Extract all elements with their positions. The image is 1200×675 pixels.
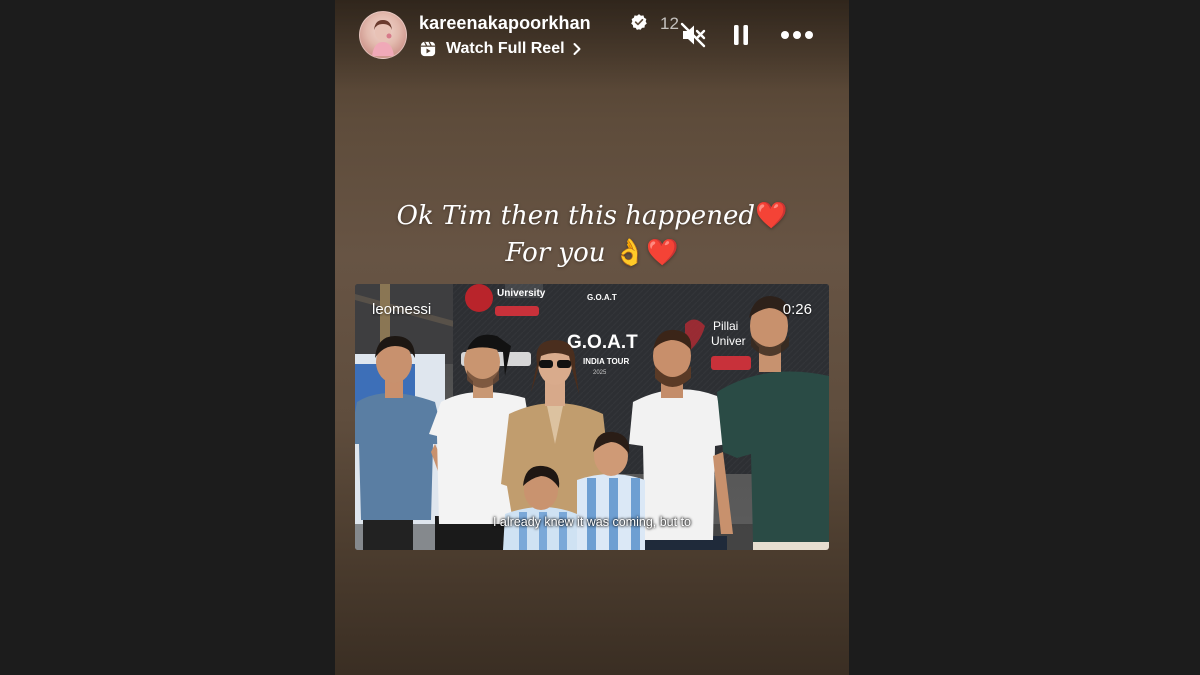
more-options-button[interactable] (778, 20, 816, 50)
username[interactable]: kareenakapoorkhan (419, 13, 591, 34)
reels-icon (420, 41, 436, 57)
banner-tour-text: INDIA TOUR (583, 357, 629, 366)
reel-thumbnail: University G.O.A.T INDIA TOUR 2025 G.O.A… (355, 284, 829, 550)
banner-univer-text: Univer (711, 334, 746, 348)
profile-avatar[interactable] (359, 11, 407, 59)
heart-emoji: ❤️ (754, 201, 788, 231)
pause-icon (734, 25, 748, 45)
caption-line-2-text: For you (505, 238, 606, 268)
watch-full-reel-link[interactable]: Watch Full Reel (419, 38, 583, 60)
banner-goat-text: G.O.A.T (567, 332, 638, 353)
story-caption: Ok Tim then this happened❤️ For you 👌❤️ (335, 198, 849, 272)
reel-subtitle: I already knew it was coming, but to (492, 515, 691, 529)
more-options-icon (781, 31, 813, 39)
heart-emoji-2: ❤️ (646, 238, 679, 268)
banner-pillai-text: Pillai (713, 319, 738, 333)
caption-line-1: Ok Tim then this happened❤️ (335, 198, 849, 235)
banner-year-text: 2025 (593, 370, 607, 376)
ok-hand-emoji: 👌 (613, 238, 647, 268)
shared-reel-preview[interactable]: University G.O.A.T INDIA TOUR 2025 G.O.A… (355, 284, 829, 550)
mute-icon (680, 22, 706, 48)
watch-full-reel-label: Watch Full Reel (446, 40, 565, 57)
story-viewer[interactable]: kareenakapoorkhan 12 Watch Full Reel Ok … (335, 0, 849, 675)
verified-badge-icon (631, 14, 647, 30)
reel-duration: 0:26 (782, 301, 812, 318)
banner-university-text: University (497, 288, 546, 299)
story-header: kareenakapoorkhan 12 Watch Full Reel (357, 10, 831, 62)
mute-button[interactable] (677, 20, 709, 50)
pause-button[interactable] (725, 20, 757, 50)
caption-line-1-text: Ok Tim then this happened (396, 201, 755, 231)
chevron-right-icon (573, 43, 581, 55)
svg-text:G.O.A.T: G.O.A.T (587, 293, 617, 302)
caption-line-2: For you 👌❤️ (335, 235, 849, 272)
reel-username[interactable]: leomessi (372, 301, 431, 318)
page: kareenakapoorkhan 12 Watch Full Reel Ok … (0, 0, 1200, 675)
